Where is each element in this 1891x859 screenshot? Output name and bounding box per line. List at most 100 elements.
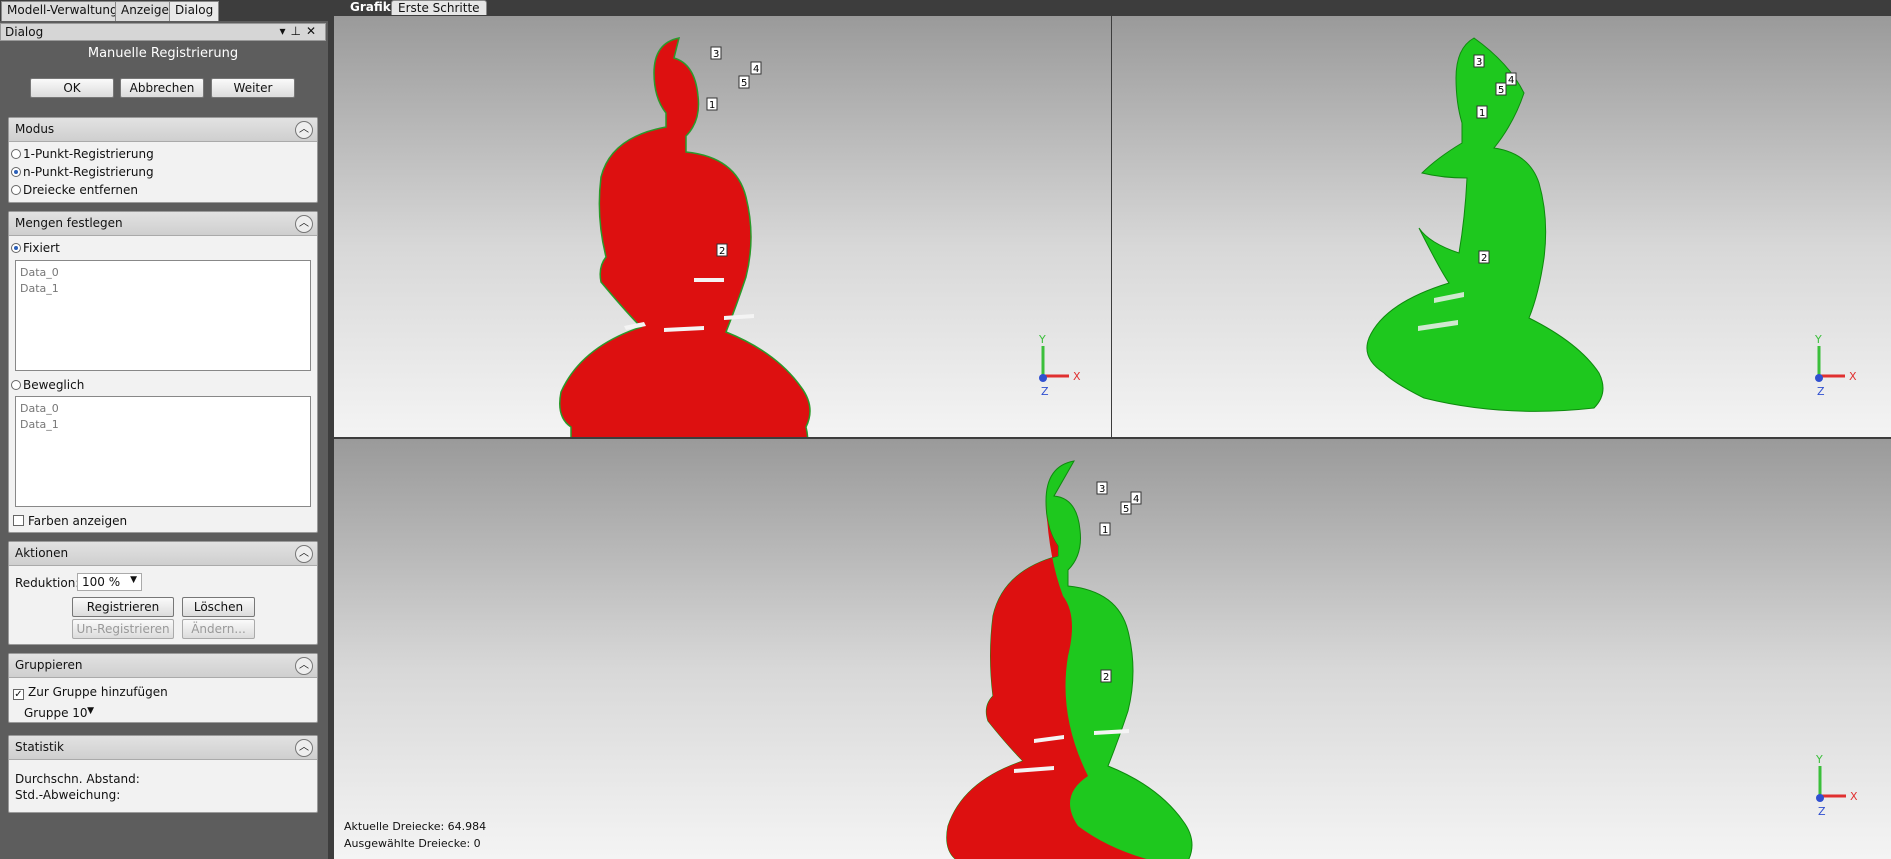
statistik-header[interactable]: Statistik ︿ <box>9 736 317 760</box>
collapse-icon[interactable]: ︿ <box>295 739 313 757</box>
dialog-panel: Dialog ▾⊥✕ Manuelle Registrierung OK Abb… <box>0 21 328 859</box>
dialog-window-controls: ▾⊥✕ <box>279 24 321 38</box>
fixed-model-svg[interactable]: 3 1 4 5 2 Y X Z <box>334 16 1111 437</box>
reduction-select[interactable]: 100 % ▼ <box>77 573 142 591</box>
dialog-header-label: Dialog <box>5 25 44 39</box>
dropdown-icon[interactable]: ▾ <box>279 24 290 38</box>
selected-triangles-label: Ausgewählte Dreiecke: 0 <box>344 837 481 850</box>
list-item[interactable]: Data_0 <box>20 265 306 281</box>
marker-label: 4 <box>1133 494 1139 505</box>
marker-label: 3 <box>1099 484 1105 495</box>
collapse-icon[interactable]: ︿ <box>295 121 313 139</box>
mengen-title: Mengen festlegen <box>15 216 123 230</box>
tab-erste-schritte[interactable]: Erste Schritte <box>391 0 487 15</box>
radio-1-punkt[interactable]: 1-Punkt-Registrierung <box>11 147 154 161</box>
marker-label: 5 <box>1498 85 1504 96</box>
marker-label: 3 <box>713 49 719 60</box>
axis-x-label: X <box>1849 370 1857 383</box>
tab-dialog[interactable]: Dialog <box>169 1 220 21</box>
axis-y-label: Y <box>1814 333 1822 346</box>
radio-icon[interactable] <box>11 380 21 390</box>
radio-beweglich[interactable]: Beweglich <box>11 378 84 392</box>
statistik-title: Statistik <box>15 740 64 754</box>
fixed-list[interactable]: Data_0 Data_1 <box>15 260 311 371</box>
change-button[interactable]: Ändern... <box>182 619 255 639</box>
gruppieren-group: Gruppieren ︿ ✓ Zur Gruppe hinzufügen Grup… <box>8 653 318 723</box>
group-value: Gruppe 10 <box>24 706 88 720</box>
radio-label: Beweglich <box>23 378 85 392</box>
viewport-movable[interactable]: 3 4 5 1 2 Y X Z <box>1112 16 1891 437</box>
std-dev-label: Std.-Abweichung: <box>15 788 121 802</box>
movable-list[interactable]: Data_0 Data_1 <box>15 396 311 507</box>
show-colors-checkbox[interactable]: Farben anzeigen <box>13 514 127 528</box>
radio-fixiert[interactable]: Fixiert <box>11 241 60 255</box>
marker-label: 5 <box>1123 504 1129 515</box>
marker-label: 2 <box>719 246 725 257</box>
gruppieren-title: Gruppieren <box>15 658 83 672</box>
radio-icon[interactable] <box>11 149 21 159</box>
marker-label: 1 <box>1102 525 1108 536</box>
mengen-header[interactable]: Mengen festlegen ︿ <box>9 212 317 236</box>
dialog-title: Manuelle Registrierung <box>87 46 239 61</box>
viewport-combined[interactable]: 3 4 5 1 2 Y X Z Aktuelle Dreiecke: 64.98… <box>334 439 1891 859</box>
axis-y-label: Y <box>1815 753 1823 766</box>
statue-movable-model[interactable] <box>1366 37 1604 412</box>
avg-distance-label: Durchschn. Abstand: <box>15 772 140 786</box>
aktionen-header[interactable]: Aktionen ︿ <box>9 542 317 566</box>
marker-label: 2 <box>1103 672 1109 683</box>
register-button[interactable]: Registrieren <box>72 597 174 617</box>
group-select[interactable]: Gruppe 10 ▼ <box>19 704 99 722</box>
tab-modell-verwaltung[interactable]: Modell-Verwaltung <box>1 1 124 21</box>
ok-button[interactable]: OK <box>30 78 114 98</box>
radio-n-punkt[interactable]: n-Punkt-Registrierung <box>11 165 154 179</box>
radio-label: Dreiecke entfernen <box>23 183 138 197</box>
close-icon[interactable]: ✕ <box>306 24 321 38</box>
checkbox-icon[interactable] <box>13 515 24 526</box>
modus-header[interactable]: Modus ︿ <box>9 118 317 142</box>
list-item[interactable]: Data_1 <box>20 281 306 297</box>
aktionen-group: Aktionen ︿ Reduktion: 100 % ▼ Registrier… <box>8 541 318 645</box>
unregister-button[interactable]: Un-Registrieren <box>72 619 174 639</box>
collapse-icon[interactable]: ︿ <box>295 657 313 675</box>
list-item[interactable]: Data_1 <box>20 417 306 433</box>
add-to-group-checkbox[interactable]: ✓ Zur Gruppe hinzufügen <box>13 685 168 700</box>
cancel-button[interactable]: Abbrechen <box>120 78 204 98</box>
pin-icon[interactable]: ⊥ <box>290 24 305 38</box>
axis-y-label: Y <box>1038 333 1046 346</box>
axis-triad: Y X Z <box>1038 333 1081 398</box>
radio-dreiecke-entfernen[interactable]: Dreiecke entfernen <box>11 183 138 197</box>
marker-label: 2 <box>1481 253 1487 264</box>
mengen-group: Mengen festlegen ︿ Fixiert Data_0 Data_1… <box>8 211 318 533</box>
radio-selected-icon[interactable] <box>11 243 21 253</box>
delete-button[interactable]: Löschen <box>182 597 255 617</box>
reduction-value: 100 % <box>82 575 121 589</box>
collapse-icon[interactable]: ︿ <box>295 545 313 563</box>
checkmark-icon[interactable]: ✓ <box>13 689 24 700</box>
marker-label: 4 <box>1508 75 1514 86</box>
axis-z-label: Z <box>1817 385 1825 398</box>
marker-label: 1 <box>709 100 715 111</box>
axis-z-label: Z <box>1818 805 1826 818</box>
combined-model-svg[interactable]: 3 4 5 1 2 Y X Z <box>334 439 1891 859</box>
axis-triad: Y X Z <box>1815 753 1858 818</box>
chevron-down-icon: ▼ <box>130 575 137 585</box>
next-button[interactable]: Weiter <box>211 78 295 98</box>
radio-selected-icon[interactable] <box>11 167 21 177</box>
dialog-header: Dialog ▾⊥✕ <box>0 23 326 41</box>
marker-label: 1 <box>1479 108 1485 119</box>
list-item[interactable]: Data_0 <box>20 401 306 417</box>
movable-model-svg[interactable]: 3 4 5 1 2 Y X Z <box>1112 16 1891 437</box>
tab-grafik[interactable]: Grafik <box>344 0 397 15</box>
radio-icon[interactable] <box>11 185 21 195</box>
statue-fixed-model[interactable] <box>559 37 811 437</box>
collapse-icon[interactable]: ︿ <box>295 215 313 233</box>
tab-anzeige[interactable]: Anzeige <box>115 1 175 21</box>
gruppieren-header[interactable]: Gruppieren ︿ <box>9 654 317 678</box>
checkbox-label: Zur Gruppe hinzufügen <box>28 685 168 699</box>
checkbox-label: Farben anzeigen <box>28 514 128 528</box>
viewport-fixed[interactable]: 3 1 4 5 2 Y X Z <box>334 16 1111 437</box>
radio-label: 1-Punkt-Registrierung <box>23 147 154 161</box>
aktionen-title: Aktionen <box>15 546 69 560</box>
statue-combined-model[interactable] <box>946 460 1193 859</box>
axis-x-label: X <box>1850 790 1858 803</box>
